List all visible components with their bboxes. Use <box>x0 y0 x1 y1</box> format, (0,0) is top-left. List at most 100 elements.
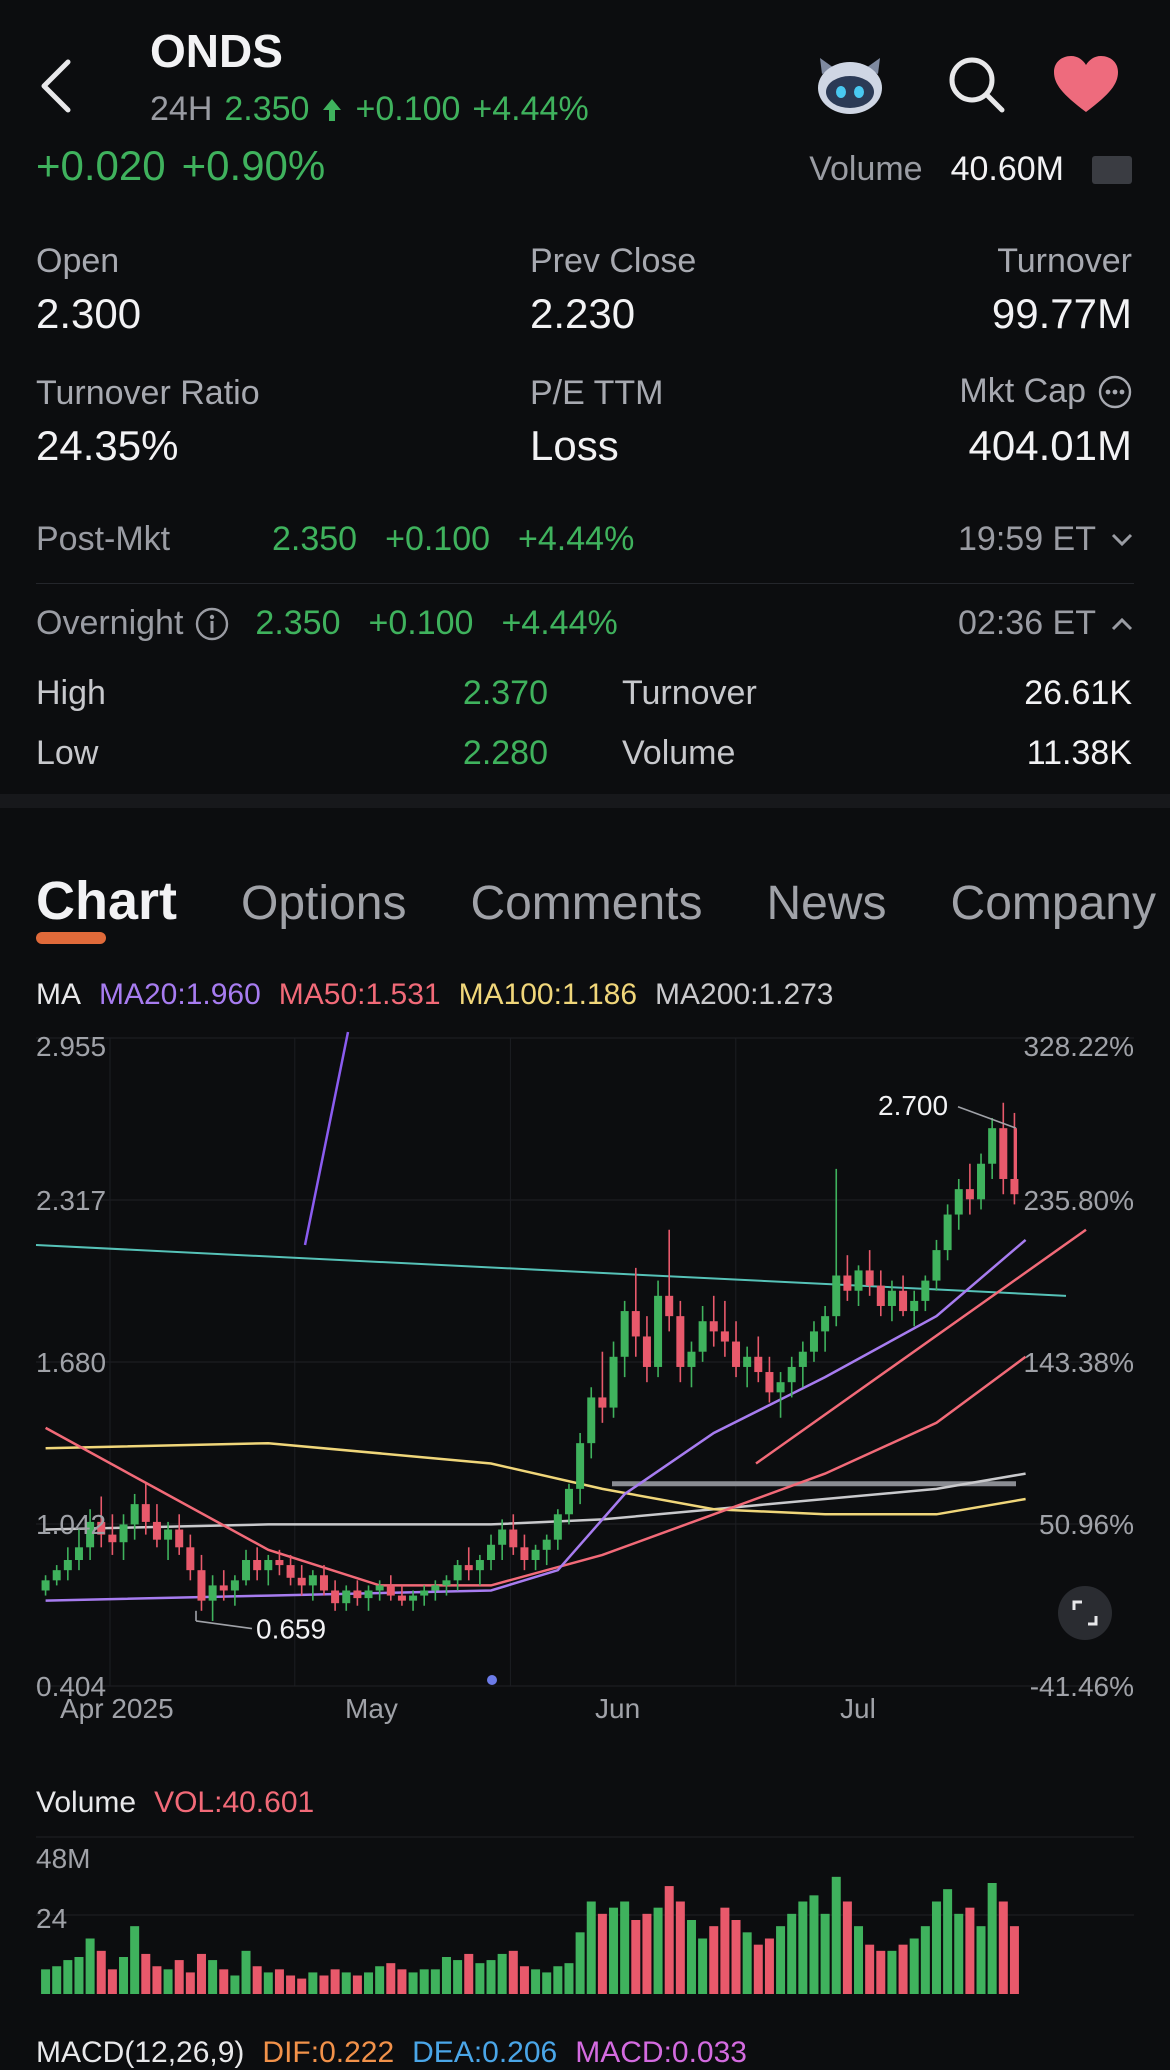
candle-body <box>1010 1178 1019 1195</box>
volume-bar <box>286 1975 296 1994</box>
tab-chart[interactable]: Chart <box>36 870 177 944</box>
chevron-down-icon[interactable] <box>1110 532 1134 548</box>
macd-dea: DEA:0.206 <box>412 2036 558 2069</box>
candle-body <box>175 1529 184 1548</box>
back-arrow-icon[interactable] <box>36 56 76 116</box>
candle-body <box>297 1577 306 1586</box>
volume-bar <box>174 1960 184 1994</box>
y-tick-label: 2.955 <box>36 1031 106 1062</box>
stat-label-turnover-ratio: Turnover Ratio <box>36 374 260 412</box>
post-market-change-pct: +4.44% <box>518 520 635 558</box>
volume-bar <box>430 1969 440 1994</box>
candle-body <box>854 1270 863 1291</box>
volume-bar <box>475 1963 485 1994</box>
chart-toggle-icon[interactable] <box>1092 155 1132 184</box>
tab-company[interactable]: Company <box>951 876 1156 931</box>
tab-comments[interactable]: Comments <box>470 876 702 931</box>
volume-bar <box>965 1907 975 1994</box>
chevron-up-icon[interactable] <box>1110 616 1134 632</box>
stat-label-prev-close: Prev Close <box>530 242 697 280</box>
y-tick-label: 1.680 <box>36 1347 106 1378</box>
price-24h: 2.350 <box>224 90 310 128</box>
volume-bar <box>241 1950 251 1994</box>
robot-assistant-icon[interactable] <box>812 48 888 118</box>
volume-bar <box>341 1972 351 1994</box>
volume-bar <box>85 1938 95 1994</box>
macd-dif: DIF:0.222 <box>262 2036 395 2069</box>
candle-body <box>698 1321 707 1352</box>
volume-bar <box>698 1938 708 1994</box>
candle-body <box>709 1321 718 1332</box>
volume-bar <box>720 1907 730 1994</box>
overnight-turnover-value: 26.61K <box>1024 674 1132 712</box>
volume-bar <box>219 1969 229 1994</box>
volume-bar <box>787 1913 797 1994</box>
y-tick-label: 2.317 <box>36 1185 106 1216</box>
y-pct-tick-label: 50.96% <box>1039 1509 1134 1540</box>
volume-bar <box>531 1969 541 1994</box>
overnight-row[interactable]: Overnight 2.350 +0.100 +4.44% 02:36 ET <box>36 604 1134 643</box>
candle-body <box>264 1560 273 1571</box>
tab-options[interactable]: Options <box>241 876 406 931</box>
candle-body <box>665 1295 674 1317</box>
candle-body <box>865 1270 874 1286</box>
fullscreen-button[interactable] <box>1058 1586 1112 1640</box>
ma200-value: MA200:1.273 <box>655 978 834 1011</box>
day-change-row: +0.020 +0.90% <box>36 142 325 190</box>
volume-bar <box>542 1972 552 1994</box>
change-24h: +0.100 <box>355 90 461 128</box>
volume-bar <box>453 1960 463 1994</box>
tab-news[interactable]: News <box>767 876 887 931</box>
more-icon[interactable] <box>1098 375 1132 409</box>
candle-body <box>52 1570 61 1581</box>
volume-chart[interactable]: 48M 24 <box>0 1836 1170 1996</box>
volume-section-label: Volume <box>36 1786 137 1819</box>
candle-body <box>197 1570 206 1601</box>
volume-bar <box>74 1957 84 1994</box>
mkt-cap-label-row[interactable]: Mkt Cap <box>959 372 1132 411</box>
volume-bar <box>274 1969 284 1994</box>
volume-bar <box>686 1920 696 1994</box>
ticker-symbol: ONDS <box>150 25 283 77</box>
candle-body <box>108 1534 117 1543</box>
volume-bar <box>809 1895 819 1994</box>
heart-icon[interactable] <box>1052 54 1120 114</box>
volume-bar <box>386 1963 396 1994</box>
candle-body <box>576 1443 585 1489</box>
volume-bar <box>519 1966 529 1994</box>
candle-body <box>386 1585 395 1596</box>
candle-body <box>843 1275 852 1291</box>
post-market-row[interactable]: Post-Mkt 2.350 +0.100 +4.44% 19:59 ET <box>36 520 1134 559</box>
volume-bar <box>609 1907 619 1994</box>
volume-bar <box>141 1953 151 1994</box>
candle-body <box>531 1549 540 1561</box>
candle-body <box>152 1521 161 1540</box>
overnight-low-label: Low <box>36 734 99 772</box>
candle-body <box>977 1163 986 1200</box>
candle-body <box>631 1311 640 1337</box>
x-tick-label: May <box>345 1693 398 1724</box>
search-icon[interactable] <box>946 54 1008 116</box>
ma-legend[interactable]: MA MA20:1.960 MA50:1.531 MA100:1.186 MA2… <box>36 978 834 1012</box>
candle-body <box>208 1585 217 1601</box>
candle-body <box>442 1580 451 1586</box>
candle-body <box>832 1275 841 1317</box>
candle-body <box>286 1565 295 1578</box>
candle-body <box>164 1529 173 1540</box>
candle-body <box>186 1547 195 1571</box>
volume-bar <box>497 1953 507 1994</box>
info-icon[interactable] <box>195 607 229 641</box>
overnight-turnover-label: Turnover <box>622 674 757 712</box>
candle-body <box>687 1351 696 1367</box>
price-chart[interactable]: 2.9552.3171.6801.0420.404328.22%235.80%1… <box>0 1020 1170 1740</box>
candle-body <box>331 1590 340 1604</box>
candle-body <box>732 1341 741 1367</box>
candle-body <box>130 1504 139 1525</box>
overnight-high-value: 2.370 <box>462 674 548 712</box>
candle-body <box>598 1397 607 1408</box>
y-pct-tick-label: 235.80% <box>1023 1185 1134 1216</box>
volume-bar <box>898 1944 908 1994</box>
candle-body <box>943 1214 952 1251</box>
y-tick-label: 1.042 <box>36 1509 106 1540</box>
volume-bar <box>909 1938 919 1994</box>
